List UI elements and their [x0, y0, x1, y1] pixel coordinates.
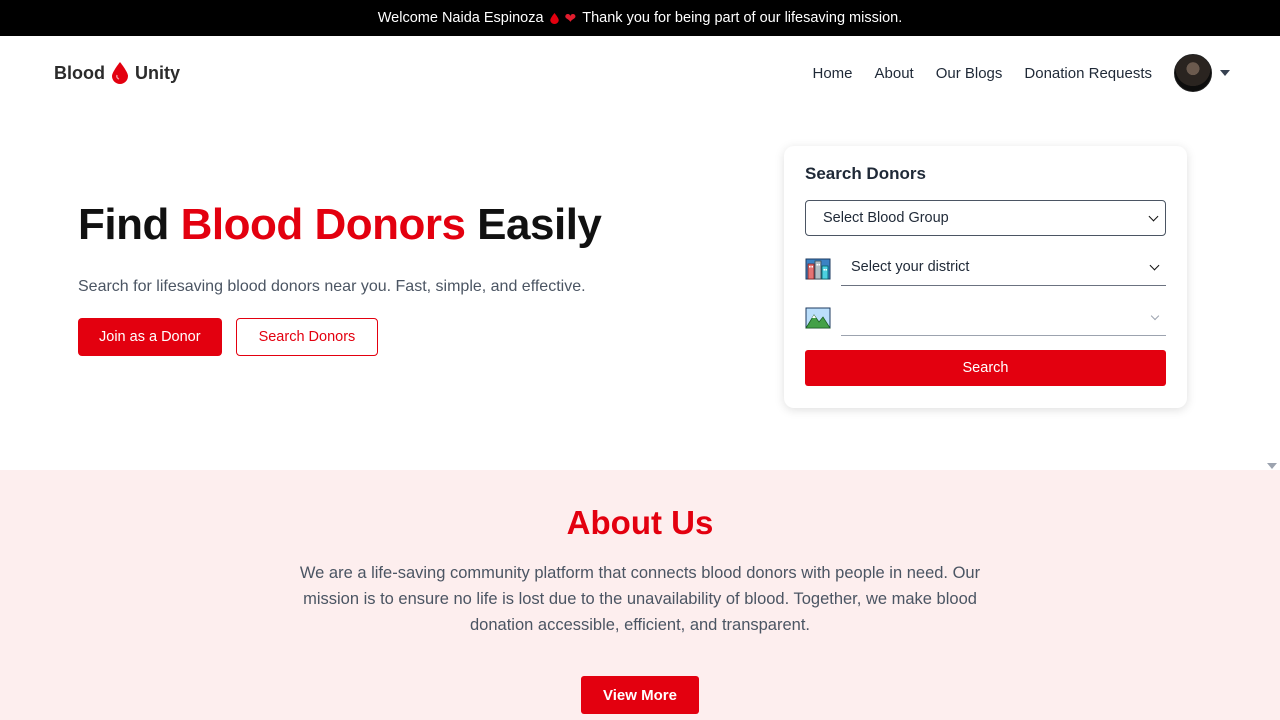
search-donors-button[interactable]: Search Donors: [235, 318, 379, 356]
district-select[interactable]: Select your district: [841, 249, 1166, 286]
city-icon: [805, 258, 831, 279]
search-donors-card: Search Donors Select Blood Group Select …: [784, 146, 1187, 408]
hero-title: Find Blood Donors Easily: [78, 200, 718, 250]
join-donor-button[interactable]: Join as a Donor: [78, 318, 222, 356]
district-select-label: Select your district: [851, 259, 970, 275]
about-section: About Us We are a life-saving community …: [0, 470, 1280, 720]
card-title: Search Donors: [805, 164, 926, 183]
upazila-row: [805, 299, 1166, 336]
about-text: We are a life-saving community platform …: [299, 564, 981, 634]
heart-icon: ❤: [564, 9, 577, 26]
chevron-down-icon: [1148, 211, 1159, 221]
nav-blogs[interactable]: Our Blogs: [936, 65, 1003, 82]
hero-content: Find Blood Donors Easily Search for life…: [78, 200, 718, 356]
thank-you-text: Thank you for being part of our lifesavi…: [582, 10, 903, 26]
navbar: Blood Unity Home About Our Blogs Donatio…: [0, 36, 1280, 110]
avatar[interactable]: [1174, 54, 1212, 92]
nav-menu: Home About Our Blogs Donation Requests: [812, 54, 1230, 92]
hero-title-part2: Easily: [465, 200, 602, 249]
chevron-down-icon: [1149, 260, 1160, 270]
view-more-button[interactable]: View More: [581, 676, 699, 714]
chevron-down-icon: [1150, 311, 1160, 320]
nav-about[interactable]: About: [875, 65, 914, 82]
announcement-bar: Welcome Naida Espinoza ❤ Thank you for b…: [0, 0, 1280, 36]
nav-home[interactable]: Home: [812, 65, 852, 82]
hero-buttons: Join as a Donor Search Donors: [78, 318, 718, 356]
hero-title-highlight: Blood Donors: [180, 200, 466, 249]
logo-text-right: Unity: [135, 62, 180, 83]
blood-drop-icon: [549, 12, 559, 24]
hero-title-part1: Find: [78, 200, 181, 249]
hero-subtitle: Search for lifesaving blood donors near …: [78, 278, 586, 295]
search-button[interactable]: Search: [805, 350, 1166, 386]
site-logo[interactable]: Blood Unity: [54, 62, 180, 84]
blood-drop-icon: [112, 62, 128, 84]
welcome-text: Welcome Naida Espinoza: [377, 10, 544, 26]
blood-group-select-label: Select Blood Group: [823, 210, 949, 226]
logo-text-left: Blood: [54, 62, 105, 83]
district-row: Select your district: [805, 249, 1166, 286]
hero-section: Find Blood Donors Easily Search for life…: [0, 110, 1280, 470]
upazila-select[interactable]: [841, 299, 1166, 336]
about-title: About Us: [566, 504, 714, 541]
chevron-down-icon[interactable]: [1220, 70, 1230, 76]
blood-group-select[interactable]: Select Blood Group: [805, 200, 1166, 236]
landscape-icon: [805, 307, 831, 328]
scroll-down-icon[interactable]: [1267, 463, 1277, 469]
nav-donation-requests[interactable]: Donation Requests: [1024, 65, 1152, 82]
